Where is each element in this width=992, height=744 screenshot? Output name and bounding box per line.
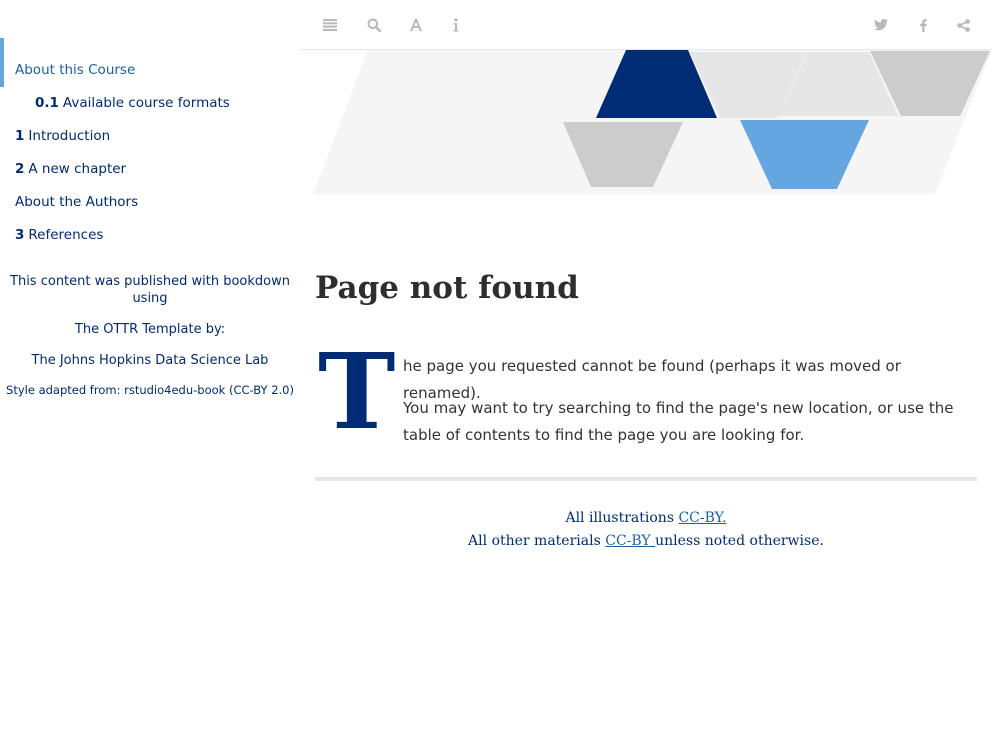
toc-item-number: 1 (15, 128, 25, 144)
toc-item-number: 3 (15, 227, 25, 243)
twitter-icon[interactable] (871, 15, 891, 35)
search-icon[interactable] (364, 15, 384, 35)
dropcap-letter: T (318, 330, 396, 453)
toc-item-label: About this Course (15, 62, 136, 78)
toc-item-label: Available course formats (62, 95, 230, 111)
toc-item-references[interactable]: 3 References (15, 219, 103, 252)
menu-icon[interactable] (320, 15, 340, 35)
cc-by-materials-link[interactable]: CC-BY (605, 533, 655, 549)
body-paragraph-2: You may want to try searching to find th… (403, 399, 954, 444)
footer-materials-text: All other materials (468, 533, 606, 549)
toc-item-label: References (28, 227, 104, 243)
sidebar: About this Course 0.1 Available course fo… (0, 0, 300, 744)
toc-item-about-course[interactable]: About this Course (15, 54, 135, 87)
share-icon[interactable] (953, 15, 973, 35)
font-icon[interactable] (406, 15, 426, 35)
footer-illustrations-text: All illustrations (565, 510, 679, 526)
info-icon[interactable] (446, 15, 466, 35)
credits-published[interactable]: This content was published with bookdown… (0, 273, 300, 307)
toc-item-label: About the Authors (15, 194, 139, 210)
toc-item-introduction[interactable]: 1 Introduction (15, 120, 110, 153)
toc-item-about-authors[interactable]: About the Authors (15, 186, 138, 219)
cc-by-illustrations-link[interactable]: CC-BY. (678, 510, 726, 526)
page-title: Page not found (315, 270, 579, 306)
toc-item-course-formats[interactable]: 0.1 Available course formats (35, 87, 230, 120)
header-banner-graphic (313, 50, 992, 194)
section-divider (315, 477, 977, 481)
facebook-icon[interactable] (913, 15, 933, 35)
toc-item-number: 2 (15, 161, 25, 177)
footer-materials-suffix: unless noted otherwise. (655, 533, 824, 549)
toc-item-new-chapter[interactable]: 2A new chapter (15, 153, 126, 186)
credits-lab[interactable]: The Johns Hopkins Data Science Lab (0, 352, 300, 369)
footer-illustrations: All illustrations CC-BY. (315, 510, 977, 526)
credits-style[interactable]: Style adapted from: rstudio4edu-book (CC… (0, 382, 300, 399)
toc-item-label: A new chapter (28, 161, 127, 177)
book-header-toolbar (300, 0, 992, 50)
active-indicator (0, 38, 4, 87)
credits-template[interactable]: The OTTR Template by: (0, 321, 300, 338)
footer-materials: All other materials CC-BY unless noted o… (315, 533, 977, 549)
toc-item-number: 0.1 (35, 95, 59, 111)
toc-item-label: Introduction (28, 128, 111, 144)
